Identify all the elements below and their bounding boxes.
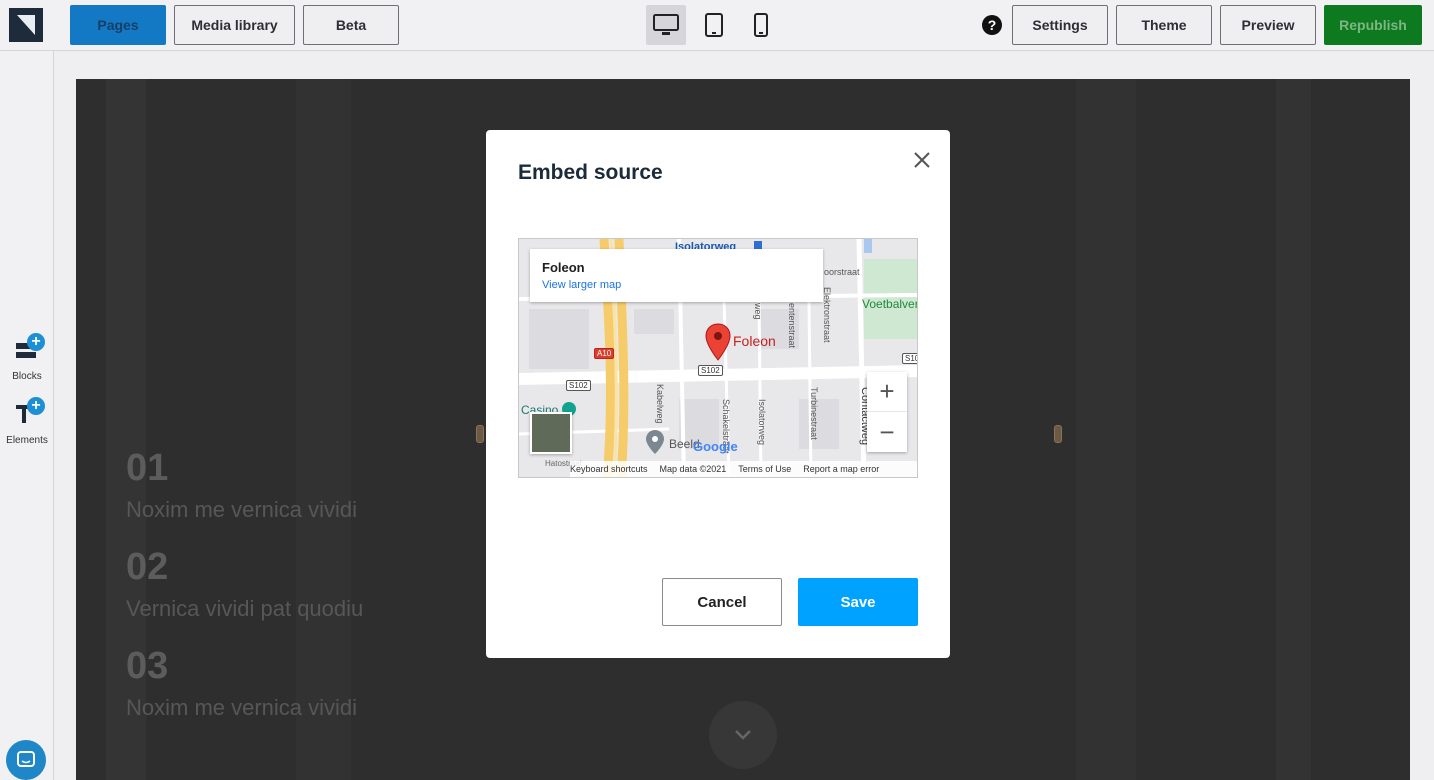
beta-button[interactable]: Beta	[303, 5, 399, 45]
map-label: Turbinestraat	[809, 387, 819, 440]
item-number: 01	[126, 447, 169, 489]
zoom-out-button[interactable]: −	[867, 412, 907, 452]
view-larger-map-link[interactable]: View larger map	[542, 279, 621, 291]
map-attribution: Keyboard shortcuts Map data ©2021 Terms …	[570, 461, 917, 477]
desktop-icon	[653, 14, 679, 35]
left-sidebar: + Blocks + Elements	[0, 51, 54, 780]
road-badge: S102	[698, 365, 723, 376]
road-badge: S102	[566, 380, 591, 391]
tablet-view-button[interactable]	[694, 5, 734, 45]
item-number: 02	[126, 546, 169, 588]
place-info-card: Foleon View larger map	[530, 249, 823, 302]
satellite-toggle[interactable]	[530, 412, 572, 454]
scroll-down-button[interactable]	[709, 701, 777, 769]
blocks-tool[interactable]: + Blocks	[0, 333, 54, 385]
modal-title: Embed source	[518, 161, 663, 184]
elements-label: Elements	[6, 435, 48, 446]
preview-button[interactable]: Preview	[1220, 5, 1316, 45]
place-pin-icon	[646, 430, 664, 454]
road-badge: S10	[902, 353, 917, 364]
item-text: Vernica vividi pat quodiu	[126, 596, 364, 621]
map-label: Isolatorweg	[757, 399, 767, 446]
chat-launcher[interactable]	[6, 740, 46, 780]
zoom-in-button[interactable]: +	[867, 372, 907, 412]
republish-button[interactable]: Republish	[1324, 5, 1422, 45]
google-logo: Google	[693, 439, 738, 454]
map-pin-icon	[705, 323, 731, 361]
top-toolbar: Pages Media library Beta ? Settings Them…	[0, 0, 1434, 51]
chevron-down-icon	[735, 730, 751, 740]
item-number: 03	[126, 645, 169, 687]
add-element-icon: +	[27, 397, 45, 415]
place-name: Foleon	[542, 260, 585, 275]
resize-handle-left[interactable]	[476, 425, 484, 443]
item-text: Noxim me vernica vividi	[126, 695, 358, 720]
media-library-button[interactable]: Media library	[174, 5, 295, 45]
embed-source-modal: Embed source Isolatorweg Voetbalve Casin…	[486, 130, 950, 658]
mobile-view-button[interactable]	[741, 5, 781, 45]
marker-label: Foleon	[733, 333, 776, 349]
save-button[interactable]: Save	[798, 578, 918, 626]
map-label: Voetbalveren	[862, 297, 917, 311]
embedded-map[interactable]: Isolatorweg Voetbalveren Casino Beeld Ha…	[518, 238, 918, 478]
map-label: Kabelweg	[655, 384, 665, 424]
background-tree	[296, 79, 351, 780]
map-label: entenstraat	[787, 303, 797, 349]
mobile-icon	[754, 13, 768, 37]
foleon-logo[interactable]	[9, 8, 43, 42]
zoom-controls: + −	[867, 372, 907, 452]
cancel-button[interactable]: Cancel	[662, 578, 782, 626]
close-icon	[914, 152, 930, 168]
pages-button[interactable]: Pages	[70, 5, 166, 45]
item-text: Noxim me vernica vividi	[126, 497, 358, 522]
chat-icon	[17, 751, 35, 767]
elements-tool[interactable]: + Elements	[0, 397, 54, 449]
resize-handle-right[interactable]	[1054, 425, 1062, 443]
background-tree	[1276, 79, 1311, 780]
add-block-icon: +	[27, 333, 45, 351]
map-label: weg	[753, 303, 763, 320]
theme-button[interactable]: Theme	[1116, 5, 1212, 45]
tablet-icon	[705, 13, 723, 37]
map-label: Elektronstraat	[822, 287, 832, 343]
report-map-error-link[interactable]: Report a map error	[803, 464, 879, 474]
desktop-view-button[interactable]	[646, 5, 686, 45]
road-badge: A10	[594, 348, 615, 359]
terms-link[interactable]: Terms of Use	[738, 464, 791, 474]
help-icon[interactable]: ?	[982, 15, 1002, 35]
map-data-label: Map data ©2021	[659, 464, 727, 474]
keyboard-shortcuts-link[interactable]: Keyboard shortcuts	[570, 464, 648, 474]
map-label: oorstraat	[824, 267, 860, 277]
background-tree	[1076, 79, 1136, 780]
blocks-label: Blocks	[12, 371, 42, 382]
close-button[interactable]	[910, 148, 934, 172]
settings-button[interactable]: Settings	[1012, 5, 1108, 45]
